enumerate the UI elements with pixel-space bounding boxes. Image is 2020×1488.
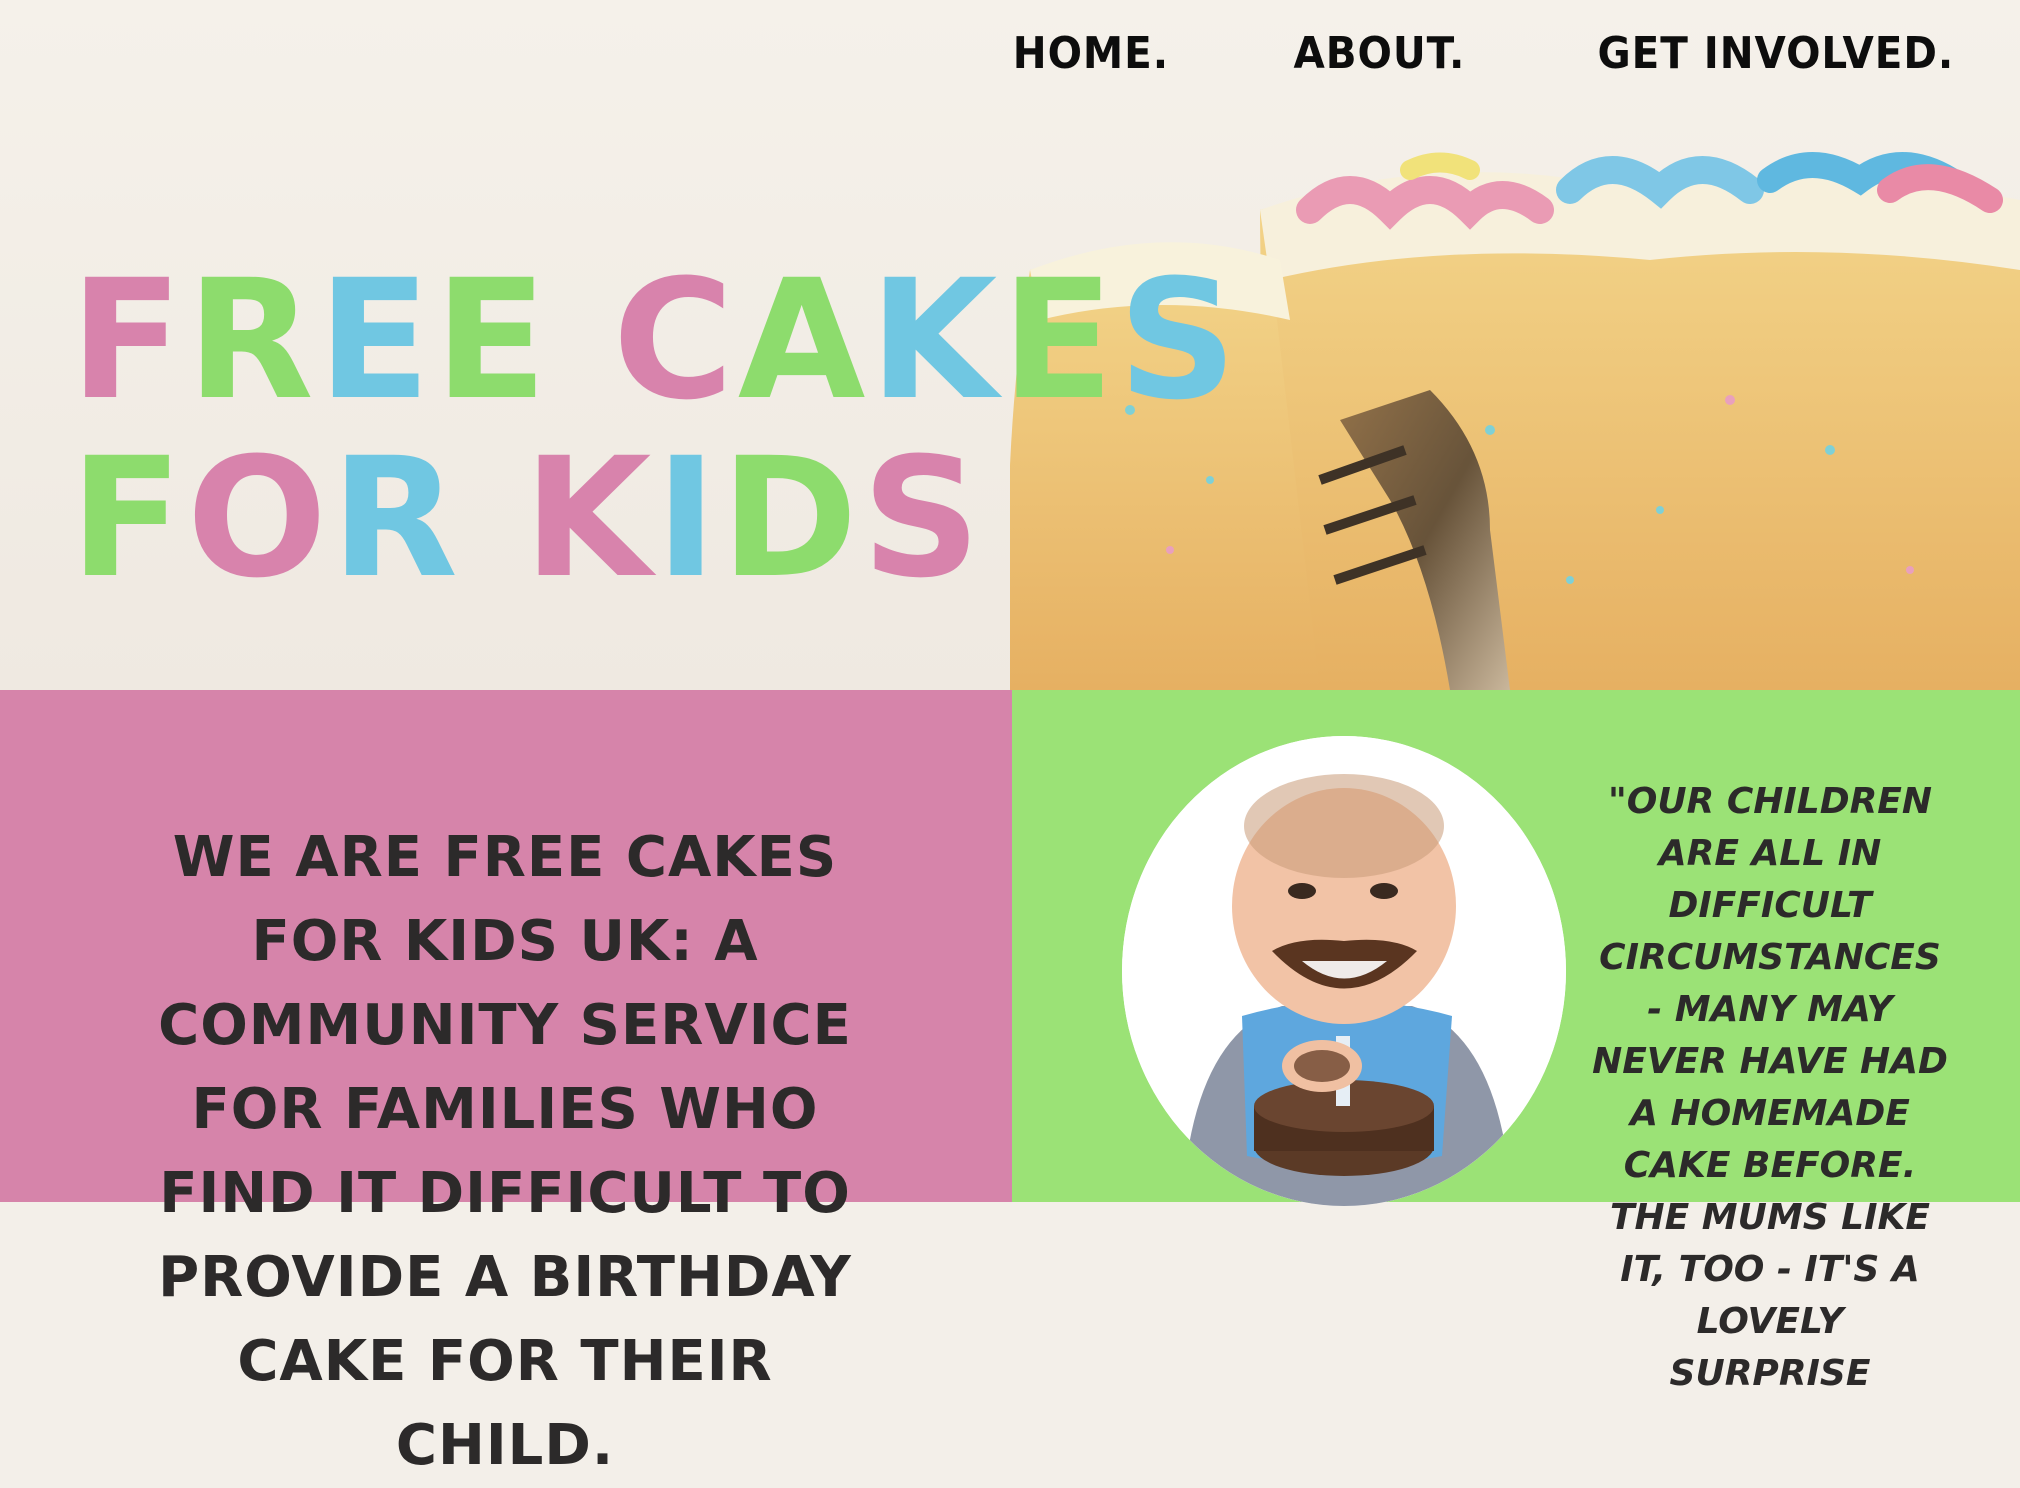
baby-photo [1122, 736, 1566, 1206]
title-letter: F [70, 243, 187, 436]
title-letter [462, 422, 523, 614]
nav-get-involved-link[interactable]: GET INVOLVED. [1598, 28, 1955, 79]
title-letter: C [612, 243, 738, 436]
title-letter: D [720, 421, 862, 614]
title-letter: K [523, 421, 656, 614]
site-title-line-1: FREE CAKES [70, 251, 1237, 429]
title-letter: K [869, 243, 1002, 436]
title-letter: E [317, 243, 435, 436]
title-letter: F [70, 421, 187, 614]
hero-section: HOME. ABOUT. GET INVOLVED. FREE CAKES FO… [0, 0, 2020, 690]
nav-home-link[interactable]: HOME. [1012, 28, 1168, 79]
title-letter: S [1118, 243, 1241, 436]
title-letter: R [186, 243, 318, 436]
site-title-line-2: FOR KIDS [70, 429, 981, 607]
baby-eating-cake-image [1122, 736, 1566, 1206]
title-letter: R [331, 421, 463, 614]
title-letter [551, 244, 612, 436]
title-letter: A [737, 243, 870, 436]
title-letter: S [861, 421, 985, 614]
title-letter: I [655, 421, 721, 614]
title-letter: O [186, 421, 331, 614]
intro-text: WE ARE FREE CAKES FOR KIDS UK: A COMMUNI… [158, 825, 852, 1478]
title-letter: E [1001, 243, 1119, 436]
nav-about-link[interactable]: ABOUT. [1293, 28, 1465, 79]
site-title: FREE CAKES FOR KIDS [70, 251, 1237, 607]
testimonial-quote: "OUR CHILDREN ARE ALL IN DIFFICULT CIRCU… [1592, 781, 1948, 1394]
main-nav: HOME. ABOUT. GET INVOLVED. [1006, 28, 1970, 79]
title-letter: E [434, 243, 552, 436]
